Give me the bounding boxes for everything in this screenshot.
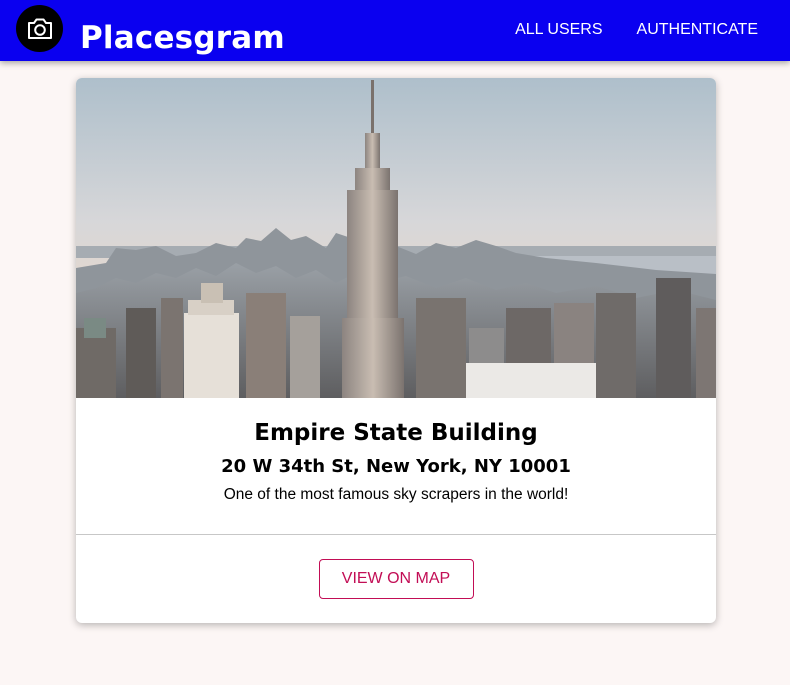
view-on-map-button[interactable]: VIEW ON MAP bbox=[318, 559, 474, 599]
place-address: 20 W 34th St, New York, NY 10001 bbox=[221, 456, 571, 477]
nav-authenticate[interactable]: AUTHENTICATE bbox=[637, 20, 758, 40]
camera-icon[interactable] bbox=[16, 5, 63, 52]
card-divider bbox=[76, 534, 716, 535]
main-nav: ALL USERS AUTHENTICATE bbox=[515, 20, 758, 40]
app-header: Placesgram ALL USERS AUTHENTICATE bbox=[0, 0, 790, 61]
card-actions: VIEW ON MAP bbox=[76, 559, 716, 599]
nav-all-users[interactable]: ALL USERS bbox=[515, 20, 602, 40]
brand-title[interactable]: Placesgram bbox=[80, 18, 285, 58]
place-title: Empire State Building bbox=[254, 420, 538, 446]
place-description: One of the most famous sky scrapers in t… bbox=[223, 486, 569, 503]
place-image bbox=[76, 78, 716, 398]
place-card: Empire State Building 20 W 34th St, New … bbox=[76, 78, 716, 623]
place-info: Empire State Building 20 W 34th St, New … bbox=[76, 418, 716, 505]
